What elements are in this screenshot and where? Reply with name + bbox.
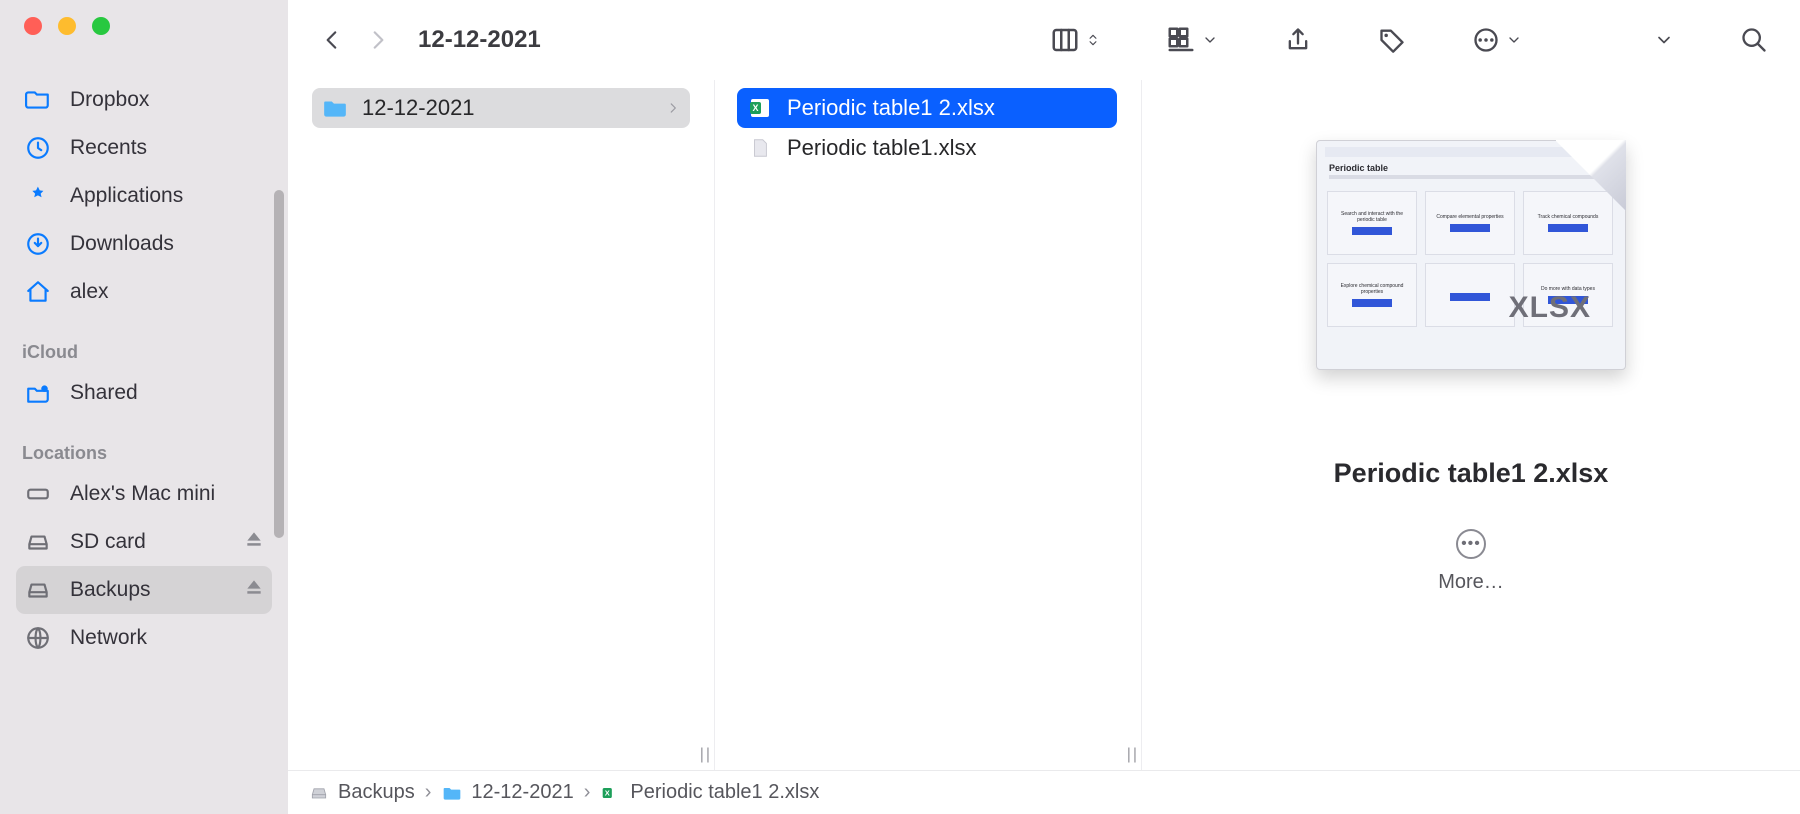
- folder-icon: [441, 782, 463, 804]
- share-button[interactable]: [1284, 26, 1312, 54]
- path-segment[interactable]: X Periodic table1 2.xlsx: [600, 781, 819, 804]
- disk-icon: [308, 782, 330, 804]
- sidebar-item-downloads[interactable]: Downloads: [16, 220, 272, 268]
- row-label: 12-12-2021: [362, 95, 475, 121]
- column-browser: 12-12-2021 || X Periodic table1 2.xlsx P…: [288, 80, 1800, 770]
- row-label: Periodic table1.xlsx: [787, 135, 977, 161]
- file-row[interactable]: X Periodic table1 2.xlsx: [737, 88, 1117, 128]
- tags-button[interactable]: [1378, 26, 1406, 54]
- sidebar-item-label: Recents: [70, 136, 147, 160]
- sidebar-item-label: Downloads: [70, 232, 174, 256]
- more-label: More…: [1438, 571, 1504, 594]
- search-button[interactable]: [1740, 26, 1768, 54]
- preview-pane: Periodic table Search and interact with …: [1142, 80, 1800, 770]
- maximize-window-button[interactable]: [92, 17, 110, 35]
- shared-folder-icon: [24, 379, 52, 407]
- apps-icon: [24, 182, 52, 210]
- globe-icon: [24, 624, 52, 652]
- path-bar: Backups › 12-12-2021 › X Periodic table1…: [288, 770, 1800, 814]
- sidebar-list: Dropbox Recents Applications Downloads a…: [0, 52, 288, 814]
- column-2: X Periodic table1 2.xlsx Periodic table1…: [715, 80, 1142, 770]
- sidebar-item-applications[interactable]: Applications: [16, 172, 272, 220]
- folder-icon: [322, 95, 348, 121]
- more-icon: •••: [1456, 529, 1486, 559]
- sidebar-item-recents[interactable]: Recents: [16, 124, 272, 172]
- sidebar-section-icloud: iCloud: [16, 316, 272, 369]
- sidebar-item-backups[interactable]: Backups: [16, 566, 272, 614]
- column-resize-handle[interactable]: ||: [700, 746, 712, 764]
- sidebar-item-label: Applications: [70, 184, 183, 208]
- clock-icon: [24, 134, 52, 162]
- path-segment[interactable]: 12-12-2021: [441, 781, 573, 804]
- path-separator: ›: [425, 781, 432, 804]
- sidebar-item-label: Dropbox: [70, 88, 149, 112]
- window-controls: [0, 0, 288, 52]
- window-title: 12-12-2021: [418, 26, 541, 54]
- sidebar: Dropbox Recents Applications Downloads a…: [0, 0, 288, 814]
- sidebar-item-label: alex: [70, 280, 109, 304]
- xlsx-icon: X: [600, 782, 622, 804]
- disk-icon: [24, 528, 52, 556]
- path-separator: ›: [584, 781, 591, 804]
- sidebar-section-locations: Locations: [16, 417, 272, 470]
- overflow-button[interactable]: [1654, 30, 1674, 50]
- main-area: 12-12-2021: [288, 0, 1800, 814]
- sidebar-item-home[interactable]: alex: [16, 268, 272, 316]
- group-by-button[interactable]: [1166, 25, 1218, 55]
- column-1: 12-12-2021 ||: [288, 80, 715, 770]
- preview-more-button[interactable]: ••• More…: [1438, 529, 1504, 594]
- path-label: Backups: [338, 781, 415, 804]
- minimize-window-button[interactable]: [58, 17, 76, 35]
- sidebar-item-sdcard[interactable]: SD card: [16, 518, 272, 566]
- sidebar-item-label: SD card: [70, 530, 146, 554]
- sidebar-item-network[interactable]: Network: [16, 614, 272, 662]
- disk-icon: [24, 576, 52, 604]
- path-label: 12-12-2021: [471, 781, 573, 804]
- folder-icon: [24, 86, 52, 114]
- sidebar-item-dropbox[interactable]: Dropbox: [16, 76, 272, 124]
- sidebar-item-shared[interactable]: Shared: [16, 369, 272, 417]
- file-thumbnail[interactable]: Periodic table Search and interact with …: [1316, 140, 1626, 370]
- forward-button[interactable]: [358, 20, 398, 60]
- close-window-button[interactable]: [24, 17, 42, 35]
- sidebar-item-label: Alex's Mac mini: [70, 482, 215, 506]
- home-icon: [24, 278, 52, 306]
- actions-button[interactable]: [1472, 26, 1522, 54]
- eject-icon[interactable]: [244, 529, 264, 555]
- sidebar-item-label: Network: [70, 626, 147, 650]
- toolbar: 12-12-2021: [288, 0, 1800, 80]
- sidebar-item-mac[interactable]: Alex's Mac mini: [16, 470, 272, 518]
- svg-text:X: X: [605, 788, 610, 797]
- row-label: Periodic table1 2.xlsx: [787, 95, 995, 121]
- thumb-title: Periodic table: [1329, 163, 1388, 173]
- eject-icon[interactable]: [244, 577, 264, 603]
- sidebar-scrollbar[interactable]: [274, 190, 284, 538]
- view-mode-button[interactable]: [1050, 25, 1100, 55]
- folder-row[interactable]: 12-12-2021: [312, 88, 690, 128]
- file-row[interactable]: Periodic table1.xlsx: [737, 128, 1117, 168]
- machine-icon: [24, 480, 52, 508]
- path-label: Periodic table1 2.xlsx: [630, 781, 819, 804]
- column-resize-handle[interactable]: ||: [1127, 746, 1139, 764]
- sidebar-item-label: Shared: [70, 381, 138, 405]
- file-icon: [747, 135, 773, 161]
- preview-filename: Periodic table1 2.xlsx: [1334, 458, 1609, 489]
- back-button[interactable]: [312, 20, 352, 60]
- sidebar-item-label: Backups: [70, 578, 151, 602]
- path-segment[interactable]: Backups: [308, 781, 415, 804]
- svg-text:X: X: [752, 103, 758, 113]
- file-type-badge: XLSX: [1509, 291, 1591, 325]
- chevron-right-icon: [666, 95, 680, 121]
- finder-window: Dropbox Recents Applications Downloads a…: [0, 0, 1800, 814]
- xlsx-icon: X: [747, 95, 773, 121]
- download-icon: [24, 230, 52, 258]
